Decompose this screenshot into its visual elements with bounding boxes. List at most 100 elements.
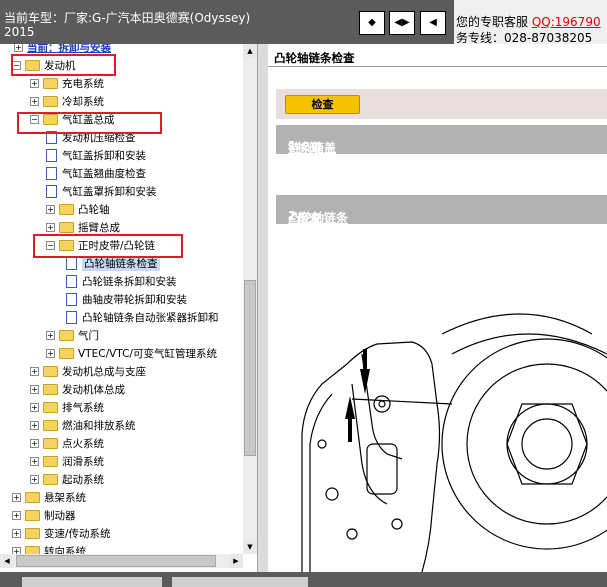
document-icon [66,256,77,270]
tree-item-label[interactable]: 凸轮轴链条自动张紧器拆卸和 [82,310,219,325]
tree-item-label[interactable]: 起动系统 [62,472,104,487]
next-icon: ◀ [429,17,437,28]
expand-icon[interactable]: + [46,204,55,214]
section-1-bar: 1. 链条箱盖 - 拆卸 [276,125,607,155]
title-divider [268,66,607,67]
camshaft-chain-diagram [301,313,607,572]
scroll-left-icon[interactable]: ◀ [0,554,14,568]
content-pane: 凸轮轴链条检查 检查 1. 链条箱盖 - 拆卸 2. 凸轮轴链条 - 检查 [268,44,607,572]
tree-folder-item[interactable]: + 充电系统 [30,74,104,92]
folder-icon [43,455,58,467]
tree-item-label[interactable]: 曲轴皮带轮拆卸和安装 [82,292,187,307]
folder-icon [59,347,74,359]
folder-icon [43,401,58,413]
tree-folder-item[interactable]: + 润滑系统 [30,452,104,470]
pane-splitter[interactable] [258,44,268,572]
expand-icon[interactable]: + [30,96,39,106]
bottom-bar [0,572,607,587]
tree-item-label[interactable]: 发动机体总成 [62,382,125,397]
tree-item-label[interactable]: 凸轮链条拆卸和安装 [82,274,177,289]
tree-item-label[interactable]: 气缸盖罩拆卸和安装 [62,184,157,199]
folder-icon [59,329,74,341]
tree-vertical-scrollbar[interactable]: ▲ ▼ [243,44,257,554]
check-button[interactable]: 检查 [285,95,360,114]
highlight-box-timing-chain [33,234,183,258]
tree-item-label[interactable]: 气缸盖翘曲度检查 [62,166,146,181]
tree-item-label[interactable]: 变速/传动系统 [44,526,111,541]
next-button[interactable]: ◀ [420,11,446,35]
expand-icon[interactable]: + [12,528,21,538]
expand-icon[interactable]: + [30,438,39,448]
tree-folder-item[interactable]: + 燃油和排放系统 [30,416,136,434]
tree-item-label[interactable]: 气缸盖拆卸和安装 [62,148,146,163]
tree-folder-item[interactable]: + 变速/传动系统 [12,524,111,542]
tree-item-label[interactable]: 气门 [78,328,99,343]
document-icon [46,184,57,198]
tree-item-label[interactable]: 润滑系统 [62,454,104,469]
scroll-right-icon[interactable]: ▶ [229,554,243,568]
section-2-bar: 2. 凸轮轴链条 - 检查 [276,195,607,225]
scroll-up-icon[interactable]: ▲ [243,44,257,58]
tree-doc-item[interactable]: 气缸盖翘曲度检查 [46,164,146,182]
expand-icon[interactable]: + [46,348,55,358]
folder-icon [43,365,58,377]
expand-icon[interactable]: + [12,510,21,520]
tree-horizontal-scrollbar[interactable]: ◀ ▶ [0,554,243,568]
tree-folder-item[interactable]: + 悬架系统 [12,488,86,506]
tree-item-label[interactable]: 点火系统 [62,436,104,451]
scroll-down-icon[interactable]: ▼ [243,540,257,554]
prev-next-button[interactable]: ◀▶ [389,11,415,35]
sync-toc-icon: ◆ [368,17,376,28]
tree-folder-item[interactable]: + 发动机体总成 [30,380,125,398]
sync-toc-button[interactable]: ◆ [359,11,385,35]
qq-link[interactable]: QQ:196790 [532,15,601,29]
tree-folder-item[interactable]: + 凸轮轴 [46,200,110,218]
folder-icon [25,509,40,521]
expand-icon[interactable]: + [30,78,39,88]
tree-item-label[interactable]: 发动机总成与支座 [62,364,146,379]
tree-item-label[interactable]: 燃油和排放系统 [62,418,136,433]
tree-item-label[interactable]: 排气系统 [62,400,104,415]
expand-icon[interactable]: + [30,456,39,466]
document-icon [46,148,57,162]
tree-item-label[interactable]: VTEC/VTC/可变气缸管理系统 [78,346,217,361]
navigation-tree[interactable]: + 当前：拆卸与安装 − 发动机 + 充电系统 + 冷却系统 − 气缸盖总成 发动机压缩检查 气缸… [0,44,258,572]
bottom-tab-1[interactable] [22,577,162,587]
tree-folder-item[interactable]: + VTEC/VTC/可变气缸管理系统 [46,344,217,362]
expand-icon[interactable]: + [30,384,39,394]
tree-item-label[interactable]: 制动器 [44,508,76,523]
tree-folder-item[interactable]: + 冷却系统 [30,92,104,110]
check-toolbar: 检查 [276,89,607,119]
expand-icon[interactable]: + [12,492,21,502]
tree-folder-item[interactable]: + 起动系统 [30,470,104,488]
document-icon [66,274,77,288]
tree-item-label[interactable]: 悬架系统 [44,490,86,505]
tree-doc-item[interactable]: 气缸盖拆卸和安装 [46,146,146,164]
tree-item-label[interactable]: 充电系统 [62,76,104,91]
bottom-tab-2[interactable] [172,577,308,587]
expand-icon[interactable]: + [30,474,39,484]
expand-icon[interactable]: + [46,330,55,340]
expand-icon[interactable]: + [30,420,39,430]
expand-icon[interactable]: + [30,402,39,412]
tree-item-label[interactable]: 摇臂总成 [78,220,120,235]
folder-icon [59,221,74,233]
tree-item-label[interactable]: 凸轮轴 [78,202,110,217]
tree-doc-item[interactable]: 凸轮链条拆卸和安装 [66,272,177,290]
tree-doc-item[interactable]: 凸轮轴链条自动张紧器拆卸和 [66,308,219,326]
expand-icon[interactable]: + [30,366,39,376]
tree-folder-item[interactable]: + 点火系统 [30,434,104,452]
tree-doc-item[interactable]: 曲轴皮带轮拆卸和安装 [66,290,187,308]
scroll-thumb[interactable] [244,280,256,456]
tree-folder-item[interactable]: + 排气系统 [30,398,104,416]
folder-icon [25,527,40,539]
expand-icon[interactable]: + [14,44,23,52]
tree-folder-item[interactable]: + 气门 [46,326,99,344]
tree-doc-item[interactable]: 气缸盖罩拆卸和安装 [46,182,157,200]
expand-icon[interactable]: + [46,222,55,232]
scroll-thumb-horizontal[interactable] [16,555,216,567]
tree-folder-item[interactable]: + 制动器 [12,506,76,524]
tree-folder-item[interactable]: + 发动机总成与支座 [30,362,146,380]
tree-item-label[interactable]: 冷却系统 [62,94,104,109]
section-1-suffix: - 拆卸 [288,141,322,155]
